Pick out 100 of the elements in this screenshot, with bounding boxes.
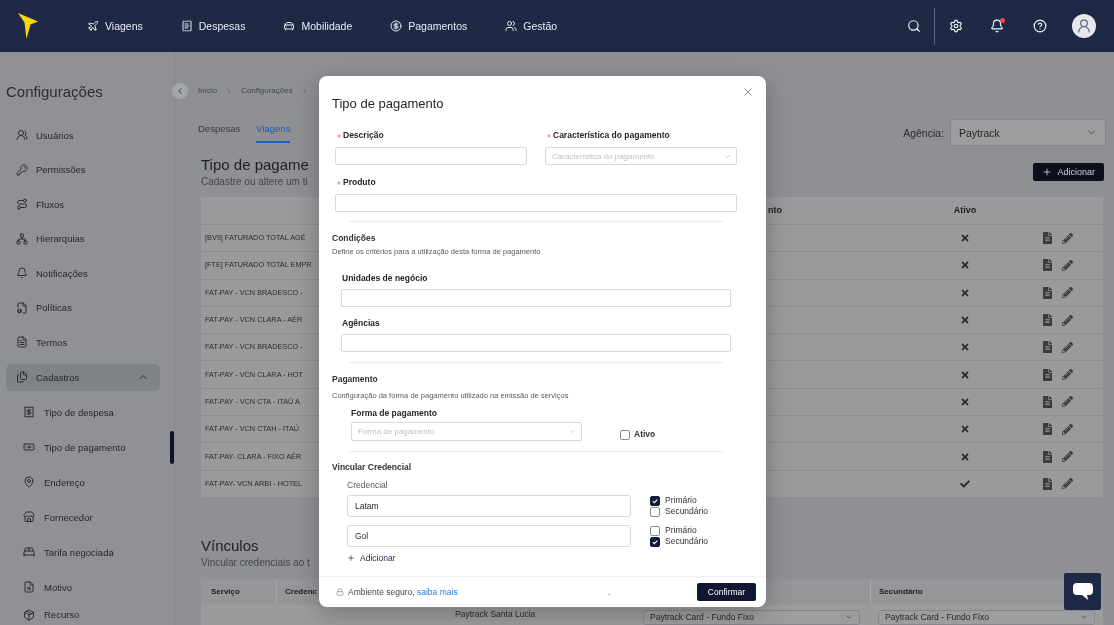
sidebar-item[interactable]: Hierarquias	[6, 221, 160, 256]
document-icon[interactable]	[1043, 477, 1052, 490]
section-subtitle: Cadastre ou altere um ti	[201, 176, 308, 188]
sidebar-item[interactable]: Tipo de pagamento	[6, 429, 174, 465]
bell-icon[interactable]	[990, 19, 1004, 33]
add-button[interactable]: Adicionar	[1033, 163, 1104, 181]
document-icon[interactable]	[1043, 368, 1052, 381]
required-asterisk-icon	[337, 180, 341, 185]
files-icon	[16, 371, 28, 383]
pencil-icon[interactable]	[1062, 341, 1073, 353]
bed-icon	[23, 546, 35, 558]
checkbox[interactable]	[650, 525, 660, 536]
sidebar-item[interactable]: Recurso	[6, 604, 174, 625]
sidebar-item[interactable]: Fluxos	[6, 187, 160, 222]
text-input[interactable]	[335, 194, 737, 212]
field-label: Característica do pagamento	[545, 130, 670, 141]
learn-more-link[interactable]: saiba mais	[417, 586, 458, 597]
text-input[interactable]	[341, 334, 731, 352]
sidebar-item[interactable]: Usuários	[6, 118, 160, 153]
network-icon	[16, 232, 28, 245]
sidebar-title: Configurações	[6, 83, 103, 101]
field-label: Descrição	[335, 130, 384, 141]
breadcrumb-link[interactable]: Início	[198, 86, 218, 96]
document-icon[interactable]	[1043, 423, 1052, 436]
field-label: Agências	[341, 317, 380, 329]
confirm-button[interactable]: Confirmar	[697, 583, 756, 601]
text-input[interactable]	[335, 147, 527, 165]
sidebar-item[interactable]: Motivo	[6, 569, 174, 605]
close-icon[interactable]	[742, 86, 754, 98]
modal-title: Tipo de pagamento	[332, 96, 444, 112]
pencil-icon[interactable]	[1062, 314, 1073, 326]
section-title: Tipo de pagame	[201, 156, 309, 174]
store-icon	[23, 511, 35, 523]
route-icon	[16, 198, 28, 211]
sidebar-item[interactable]: Tipo de despesa	[6, 394, 174, 430]
document-icon[interactable]	[1043, 286, 1052, 299]
column-header: Serviço	[211, 586, 240, 597]
pencil-icon[interactable]	[1062, 287, 1073, 299]
file-gear-icon	[16, 301, 28, 314]
document-icon[interactable]	[1043, 341, 1052, 354]
help-icon[interactable]	[1033, 19, 1047, 33]
settings-icon[interactable]	[949, 19, 963, 33]
avatar-icon[interactable]	[1072, 14, 1096, 38]
pencil-icon[interactable]	[1062, 369, 1073, 381]
pencil-icon[interactable]	[1062, 478, 1073, 490]
pencil-icon[interactable]	[1062, 451, 1073, 462]
sidebar-item[interactable]: Endereço	[6, 464, 174, 500]
document-icon[interactable]	[1043, 259, 1052, 272]
document-icon[interactable]	[1043, 450, 1052, 463]
required-asterisk-icon	[547, 133, 551, 138]
checkbox-label: Ativo	[634, 429, 656, 440]
secure-note: Ambiente seguro, saiba mais	[348, 586, 458, 598]
dot-text: .	[608, 586, 611, 598]
banknote-icon	[23, 441, 35, 453]
checkbox[interactable]	[620, 429, 630, 440]
pencil-icon[interactable]	[1062, 259, 1073, 271]
nav-item[interactable]: Mobilidade	[283, 19, 353, 33]
text-input[interactable]	[341, 289, 731, 307]
nav-item[interactable]: Pagamentos	[390, 19, 468, 33]
plus-icon	[1042, 167, 1053, 177]
checkbox-label: Primário	[665, 525, 697, 536]
nav-item[interactable]: Viagens	[87, 19, 143, 33]
text-input[interactable]: Latam	[347, 495, 631, 517]
checkbox[interactable]	[650, 536, 660, 547]
breadcrumb-link[interactable]: Configurações	[241, 86, 293, 96]
pencil-icon[interactable]	[1062, 232, 1073, 244]
sidebar-item[interactable]: Permissões	[6, 152, 160, 187]
text-input[interactable]: Gol	[347, 525, 631, 547]
sidebar-item[interactable]: Termos	[6, 325, 160, 360]
checkbox[interactable]	[650, 506, 660, 517]
receipt-icon	[180, 20, 193, 32]
document-icon[interactable]	[1043, 314, 1052, 327]
agency-select[interactable]: Paytrack	[950, 119, 1106, 146]
tab[interactable]: Despesas	[198, 123, 241, 143]
checkbox[interactable]	[650, 495, 660, 506]
section-title: Vincular Credencial	[332, 461, 412, 473]
sidebar-item[interactable]: Políticas	[6, 290, 160, 325]
pencil-icon[interactable]	[1062, 423, 1073, 435]
chat-button[interactable]	[1064, 573, 1101, 610]
receipt-icon	[23, 406, 35, 418]
search-icon[interactable]	[907, 19, 921, 33]
add-link[interactable]: Adicionar	[347, 552, 396, 564]
select-field[interactable]: Paytrack Card - Fundo Fixo	[878, 609, 1095, 625]
nav-item[interactable]: Gestão	[505, 19, 558, 33]
sidebar-group[interactable]: Cadastros	[6, 363, 160, 391]
sidebar-item[interactable]: Tarifa negociada	[6, 534, 174, 570]
select-field[interactable]: Paytrack Card - Fundo Fixo	[643, 609, 860, 625]
document-icon[interactable]	[1043, 232, 1052, 245]
sidebar-item[interactable]: Notificações	[6, 256, 160, 291]
sidebar-item[interactable]: Fornecedor	[6, 499, 174, 535]
section-subtitle: Vincular credenciais ao t	[201, 556, 310, 569]
column-header: Credenc	[285, 586, 317, 597]
section-title: Vínculos	[201, 536, 259, 555]
chevron-left-icon	[175, 86, 185, 96]
logo-icon[interactable]	[18, 13, 38, 39]
key-icon	[16, 163, 28, 176]
document-icon[interactable]	[1043, 395, 1052, 408]
nav-item[interactable]: Despesas	[180, 19, 246, 33]
pencil-icon[interactable]	[1062, 396, 1073, 408]
dollar-circle-icon	[390, 20, 403, 32]
